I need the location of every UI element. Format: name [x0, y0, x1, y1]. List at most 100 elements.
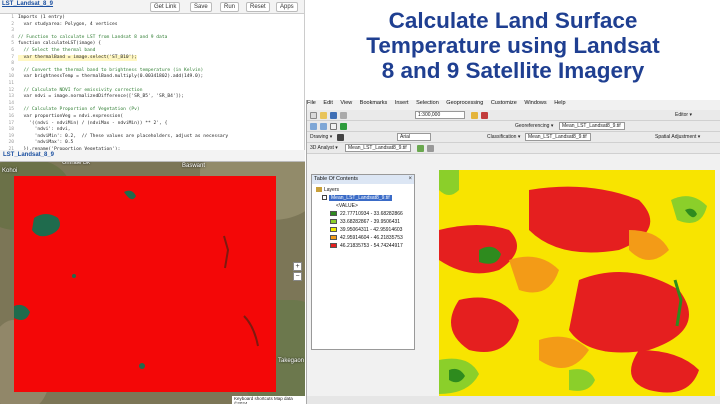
line-number: 20 — [8, 140, 14, 146]
code-line[interactable]: function calculateLST(image) { — [18, 41, 101, 48]
cool-zone — [439, 170, 459, 195]
code-line[interactable]: // Select the thermal band — [18, 48, 96, 55]
3d-analyst-menu[interactable]: 3D Analyst ▾ — [310, 145, 338, 151]
zoom-out-icon[interactable]: − — [293, 272, 302, 281]
code-line[interactable]: 'ndviMax': 0.5 — [18, 140, 74, 147]
drawing-menu[interactable]: Drawing ▾ — [310, 134, 332, 140]
zoom-out-icon[interactable] — [320, 123, 327, 130]
classification-menu[interactable]: Classification ▾ — [487, 134, 520, 140]
3d-analyst-layer-combo[interactable]: Mean_LST_Landsat8_9.tif — [345, 144, 411, 152]
code-line[interactable]: var ndvi = image.normalizedDifference(['… — [18, 94, 184, 101]
save-button[interactable]: Save — [190, 2, 212, 12]
code-area[interactable]: 1 Imports (1 entry) 2 var studyarea: Polyg… — [0, 15, 304, 150]
line-number: 13 — [8, 94, 14, 100]
layer-checkbox-icon[interactable] — [322, 195, 327, 201]
code-line[interactable]: 'ndvi': ndvi, — [18, 127, 71, 134]
menu-windows[interactable]: Windows — [524, 100, 546, 106]
editor-menu[interactable]: Editor ▾ — [675, 112, 692, 118]
zoom-in-icon[interactable] — [310, 123, 317, 130]
warm-zone — [629, 230, 669, 260]
save-icon[interactable] — [330, 112, 337, 119]
code-line[interactable]: var proportionVeg = ndvi.expression( — [18, 114, 124, 121]
menu-selection[interactable]: Selection — [416, 100, 439, 106]
line-number: 1 — [11, 15, 14, 20]
line-number: 3 — [11, 28, 14, 34]
script-tab[interactable]: LST_Landsat_8_9 — [2, 1, 53, 7]
map-scale-combo[interactable]: 1:300,000 — [415, 111, 465, 119]
classification-layer-combo[interactable]: Mean_LST_Landsat8_9.tif — [525, 133, 591, 141]
legend-row: 42.95914604 - 46.21835753 — [330, 235, 403, 242]
hot-zone — [439, 225, 517, 274]
open-icon[interactable] — [320, 112, 327, 119]
menu-geoprocessing[interactable]: Geoprocessing — [446, 100, 483, 106]
line-number: 10 — [8, 74, 14, 80]
georeferencing-menu[interactable]: Georeferencing ▾ — [515, 123, 553, 129]
close-icon[interactable]: × — [408, 176, 412, 183]
arcmap-window: File Edit View Bookmarks Insert Selectio… — [306, 100, 720, 404]
georeferencing-toolbar: Georeferencing ▾ Mean_LST_Landsat8_9.tif — [307, 121, 720, 132]
menu-edit[interactable]: Edit — [323, 100, 332, 106]
code-line[interactable]: Imports (1 entry) — [18, 15, 65, 22]
line-number: 15 — [8, 107, 14, 113]
legend-label: 33.68282867 - 39.9506431 — [340, 219, 401, 225]
reset-button[interactable]: Reset — [246, 2, 270, 12]
interpolate-icon[interactable] — [417, 145, 424, 152]
new-icon[interactable] — [310, 112, 317, 119]
toc-layer-item[interactable]: Mean_LST_Landsat8_9.tif — [322, 195, 392, 202]
lst-map-svg — [439, 170, 707, 394]
add-data-icon[interactable] — [471, 112, 478, 119]
legend-label: 46.21835753 - 54.74244917 — [340, 243, 403, 249]
legend-swatch — [330, 219, 337, 225]
code-line[interactable]: var studyarea: Polygon, 4 vertices — [18, 22, 118, 29]
code-line[interactable]: var thermalBand = image.select('ST_B10')… — [18, 54, 137, 62]
drawing-toolbar: Drawing ▾ Arial Classification ▾ Mean_LS… — [307, 132, 720, 143]
toc-value-label: <VALUE> — [336, 203, 358, 209]
legend-swatch — [330, 235, 337, 241]
menu-insert[interactable]: Insert — [395, 100, 409, 106]
menu-customize[interactable]: Customize — [491, 100, 517, 106]
toc-layer-name: Mean_LST_Landsat8_9.tif — [329, 195, 392, 201]
hot-zone — [631, 350, 699, 393]
font-combo[interactable]: Arial — [397, 133, 431, 141]
zoom-in-icon[interactable]: + — [293, 262, 302, 271]
select-elements-icon[interactable] — [337, 134, 344, 141]
title-line-3: 8 and 9 Satellite Imagery — [381, 58, 645, 83]
legend-row: 22.77710934 - 33.68282866 — [330, 211, 403, 218]
menu-view[interactable]: View — [340, 100, 352, 106]
hot-zone — [569, 272, 689, 353]
pan-icon[interactable] — [330, 123, 337, 130]
run-button[interactable]: Run — [220, 2, 240, 12]
lst-classified-map[interactable] — [439, 170, 715, 400]
full-extent-icon[interactable] — [340, 123, 347, 130]
line-number: 18 — [8, 127, 14, 133]
toc-title: Table Of Contents — [314, 176, 359, 182]
water-body — [32, 214, 60, 237]
line-number: 5 — [11, 41, 14, 47]
legend-row: 46.21835753 - 54.74244917 — [330, 243, 403, 250]
code-line[interactable]: var brightnessTemp = thermalBand.multipl… — [18, 74, 204, 81]
place-label: Takegaon — [278, 358, 305, 364]
menu-help[interactable]: Help — [554, 100, 565, 106]
water-body — [14, 304, 30, 320]
spatial-adjustment-menu[interactable]: Spatial Adjustment ▾ — [655, 134, 700, 140]
menu-bookmarks[interactable]: Bookmarks — [360, 100, 388, 106]
code-line[interactable]: // Calculate Proportion of Vegetation (P… — [18, 107, 140, 114]
profile-icon[interactable] — [427, 145, 434, 152]
water-body — [72, 274, 76, 278]
legend-swatch — [330, 227, 337, 233]
apps-button[interactable]: Apps — [276, 2, 298, 12]
line-number: 8 — [11, 61, 14, 67]
hot-zone — [451, 297, 519, 352]
line-number: 16 — [8, 114, 14, 119]
toc-layers-group[interactable]: Layers — [316, 187, 339, 194]
print-icon[interactable] — [340, 112, 347, 119]
arcmap-status-bar — [307, 396, 720, 404]
map-attribution: Keyboard shortcuts Map data ©2024 — [232, 396, 305, 404]
arctoolbox-icon[interactable] — [481, 112, 488, 119]
get-link-button[interactable]: Get Link — [150, 2, 181, 12]
menu-file[interactable]: File — [307, 100, 316, 106]
georeferencing-layer-combo[interactable]: Mean_LST_Landsat8_9.tif — [559, 122, 625, 130]
layer-tab[interactable]: LST_Landsat_8_9 — [3, 152, 54, 158]
title-line-2: Temperature using Landsat — [366, 33, 660, 58]
river-line — [223, 235, 230, 269]
